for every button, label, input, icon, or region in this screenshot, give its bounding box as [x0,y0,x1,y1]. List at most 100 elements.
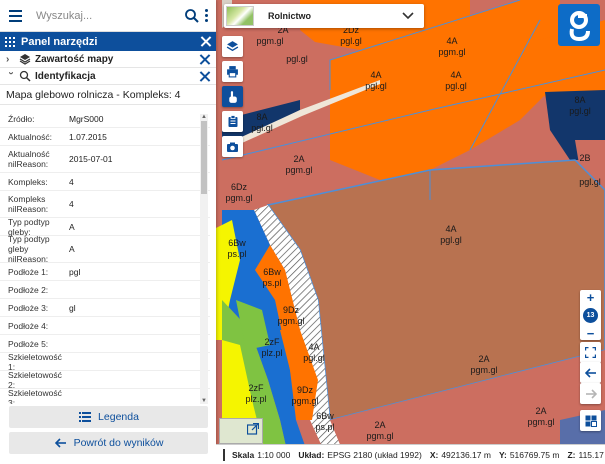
close-section-icon[interactable] [199,54,210,65]
chevron-right-icon: › [6,53,10,65]
close-section-icon[interactable] [199,71,210,82]
attribute-row: Szkieletowość 2: [0,370,210,390]
search-input[interactable] [36,9,180,22]
soil-label: pgm.gl [470,365,497,375]
magnifier-icon [19,70,31,82]
close-panel-icon[interactable] [200,36,211,47]
soil-label: plz.pl [261,348,282,358]
attribute-row: Aktualność nilReason: 2015-07-01 [0,146,210,173]
scale-readout: Skala 1:10 000 [220,448,290,461]
status-bar: Skala 1:10 000 Układ: EPSG 2180 (układ 1… [216,444,605,464]
geoportal-logo[interactable] [558,4,600,46]
crs-readout[interactable]: Układ: EPSG 2180 (układ 1992) [298,450,422,460]
notes-button[interactable] [222,111,243,132]
next-extent-button[interactable] [580,383,601,404]
scale-value[interactable]: 1:10 000 [257,450,290,460]
attribute-key: Kompleks nilReason: [8,194,49,214]
soil-label: 6Bw [228,238,246,248]
soil-label: 6Dz [231,182,248,192]
menu-icon[interactable] [6,5,28,27]
attribute-value: 4 [69,176,74,187]
soil-label: plz.pl [245,394,266,404]
zoom-level: 13 [583,307,598,323]
soil-label: pgl.gl [579,177,601,187]
z-label: Z: [567,449,576,460]
search-icon[interactable] [184,8,200,24]
attribute-scrollbar[interactable]: ▲ ▼ [200,114,208,404]
attribute-row: Typ podtyp gleby nilReason: A [0,234,210,264]
soil-label: ps.pl [315,422,334,432]
crs-value: EPSG 2180 (układ 1992) [327,449,422,460]
zoom-out-button[interactable]: − [580,326,601,341]
soil-label: 2A [535,406,546,416]
crs-label: Układ: [298,449,325,460]
soil-label: 2A [374,420,385,430]
soil-label: pgm.gl [256,36,283,46]
more-options-icon[interactable] [202,8,210,24]
soil-label: 4A [445,224,456,234]
attribute-row: Podłoże 4: [0,317,210,335]
scale-label: Skala [232,449,255,460]
scroll-down-icon[interactable]: ▼ [201,398,207,404]
soil-label: 2A [293,154,304,164]
printer-icon [227,66,238,78]
y-readout: Y: 516769.75 m [499,450,560,460]
screenshot-button[interactable] [222,136,243,157]
soil-label: ps.pl [262,278,281,288]
panel-header: Panel narzędzi [0,32,216,51]
layer-thumbnail [226,6,254,26]
previous-extent-button[interactable] [580,362,601,383]
scroll-up-icon[interactable]: ▲ [201,114,207,120]
attribute-row: Podłoże 3: gl [0,299,210,317]
attribute-value: 1.07.2015 [69,131,107,142]
attribute-row: Źródło: MgrS000 [0,110,210,128]
x-readout: X: 492136.17 m [430,450,491,460]
back-label: Powrót do wyników [73,437,164,449]
soil-label: 4A [450,70,461,80]
layers-button[interactable] [222,36,243,57]
legend-button[interactable]: Legenda [9,406,208,428]
chevron-down-icon [402,12,414,20]
back-to-results-button[interactable]: Powrót do wyników [9,432,208,454]
legend-label: Legenda [98,411,139,423]
attribute-row: Kompleks: 4 [0,173,210,191]
attribute-value: 4 [69,199,74,209]
arrow-left-icon [584,367,596,378]
layer-selector[interactable]: Rolnictwo [224,4,424,28]
soil-label: pgl.gl [569,106,591,116]
overview-map[interactable] [219,418,263,444]
fullscreen-icon [585,347,596,358]
attribute-key: Podłoże 2: [8,284,49,295]
soil-label: 4A [308,342,319,352]
tool-panel: Panel narzędzi › Zawartość mapy › Identy… [0,0,216,464]
soil-label: pgl.gl [445,81,467,91]
attribute-row: Aktualność: 1.07.2015 [0,128,210,146]
attribute-key: Szkieletowość 1: [8,351,62,372]
expand-icon[interactable] [247,423,259,435]
soil-label: pgm.gl [285,165,312,175]
zoom-in-button[interactable]: + [580,290,601,305]
soil-label: 2B [579,153,590,163]
section-identification[interactable]: › Identyfikacja [0,68,216,85]
soil-label: 6Bw [316,411,334,421]
scroll-thumb[interactable] [201,121,207,194]
section-map-contents[interactable]: › Zawartość mapy [0,51,216,68]
soil-label: 2A [478,354,489,364]
scale-bar-icon [223,448,225,461]
layer-name: Rolnictwo [268,11,311,21]
attribute-key: Typ podtyp gleby nilReason: [8,234,50,264]
soil-label: pgl.gl [303,353,325,363]
attribute-key: Szkieletowość 3: [8,387,62,405]
identify-button[interactable] [222,86,243,107]
fullscreen-button[interactable] [580,342,601,363]
arrow-left-icon [54,438,68,448]
soil-label: 6Bw [263,267,281,277]
chevron-down-icon: › [5,71,17,75]
basemap-button[interactable] [580,410,601,431]
section-label: Zawartość mapy [35,53,114,65]
zoom-level-indicator: 13 [580,304,601,326]
print-button[interactable] [222,61,243,82]
layers-icon [19,54,31,65]
list-icon [78,412,92,422]
x-value: 492136.17 m [441,449,491,460]
